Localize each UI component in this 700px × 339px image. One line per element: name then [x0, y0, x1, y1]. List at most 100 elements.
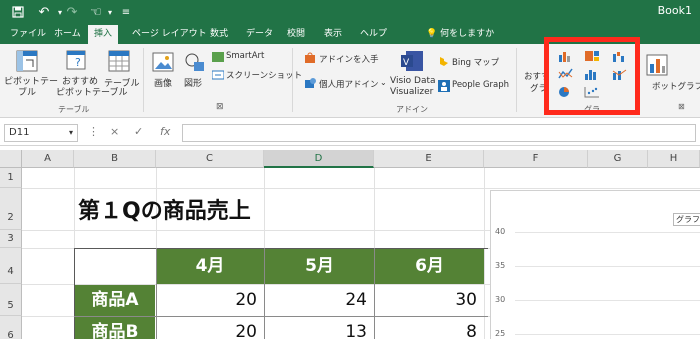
column-header-e[interactable]: E [374, 150, 484, 168]
tab-review[interactable]: 校閲 [285, 24, 307, 44]
embedded-chart[interactable]: グラフ 40 35 30 25 [490, 190, 700, 339]
redo-icon[interactable]: ↷ [62, 2, 82, 22]
cancel-icon[interactable]: × [110, 125, 119, 138]
tab-help[interactable]: ヘルプ [358, 24, 389, 44]
save-icon[interactable] [8, 2, 28, 22]
column-header-a[interactable]: A [22, 150, 74, 168]
formula-input[interactable] [182, 124, 696, 142]
column-header-b[interactable]: B [74, 150, 156, 168]
row-header-4[interactable]: 4 [0, 248, 22, 284]
tab-data[interactable]: データ [244, 24, 275, 44]
store-icon[interactable] [304, 52, 316, 67]
image-icon[interactable] [152, 52, 174, 75]
gridline [484, 168, 485, 339]
tables-group-label: テーブル [58, 105, 90, 114]
addins-group-label: アドイン [396, 105, 428, 114]
shapes-label[interactable]: 図形 [184, 76, 202, 89]
column-header-f[interactable]: F [484, 150, 588, 168]
my-addins-dropdown-icon[interactable]: ⌄ [380, 78, 387, 87]
visio-label-2[interactable]: Visualizer [390, 87, 433, 97]
bing-maps-icon[interactable] [438, 56, 450, 71]
chart-gridline [515, 232, 700, 233]
product-b-label[interactable]: 商品B [75, 317, 155, 339]
more-options-icon[interactable]: ⋮ [88, 125, 99, 138]
column-header-d[interactable]: D [264, 150, 374, 168]
chart-gridline [515, 266, 700, 267]
tab-page-layout[interactable]: ページ レイアウト [130, 24, 209, 44]
table-border [156, 248, 157, 339]
tab-formulas[interactable]: 数式 [208, 24, 230, 44]
my-addins-icon[interactable] [304, 77, 316, 92]
tab-home[interactable]: ホーム [52, 24, 83, 44]
product-a-label[interactable]: 商品A [75, 285, 155, 316]
name-box[interactable]: D11 ▾ [4, 124, 78, 142]
pivot-table-label-2[interactable]: ブル [18, 85, 36, 98]
header-cell-may[interactable]: 5月 [265, 248, 374, 284]
table-icon[interactable] [108, 50, 130, 75]
pivot-chart-icon[interactable] [646, 54, 668, 79]
row-header-3[interactable]: 3 [0, 230, 22, 248]
insert-function-icon[interactable]: fx [160, 125, 170, 138]
y-tick-label: 40 [495, 227, 506, 236]
chart-gridline [515, 334, 700, 335]
pivot-table-icon[interactable] [16, 50, 38, 75]
people-graph-label[interactable]: People Graph [452, 80, 509, 90]
charts-highlight-box [544, 37, 640, 115]
my-addins-label[interactable]: 個人用アドイン [319, 78, 379, 90]
get-addins-label[interactable]: アドインを入手 [319, 53, 379, 65]
ribbon-separator [516, 48, 517, 112]
table-border [74, 248, 488, 249]
illustrations-expand-icon[interactable]: ⊠ [216, 102, 224, 112]
smartart-icon[interactable] [212, 52, 224, 65]
column-header-c[interactable]: C [156, 150, 264, 168]
smartart-label[interactable]: SmartArt [226, 51, 264, 61]
value-cell[interactable]: 20 [157, 317, 263, 339]
excel-window: ↶ ▾ ↷ ☜ ▾ ≡ Book1 ファイル ホーム 挿入 ページ レイアウト … [0, 0, 700, 339]
title-bar: ↶ ▾ ↷ ☜ ▾ ≡ Book1 [0, 0, 700, 24]
name-box-dropdown-icon[interactable]: ▾ [69, 125, 73, 141]
tab-file[interactable]: ファイル [8, 24, 48, 44]
visio-icon[interactable]: V [400, 50, 424, 75]
formula-bar: D11 ▾ ⋮ × ✓ fx [0, 120, 700, 146]
recommended-pivot-icon[interactable]: ? [66, 50, 88, 75]
column-header-g[interactable]: G [588, 150, 648, 168]
image-label[interactable]: 画像 [154, 76, 172, 89]
people-graph-icon[interactable] [438, 80, 450, 95]
sheet-title-cell[interactable]: 第１Qの商品売上 [78, 193, 251, 225]
select-all-corner[interactable] [0, 150, 22, 168]
table-border [74, 248, 75, 339]
tell-me-box[interactable]: 💡 何をしますか [426, 24, 494, 44]
row-header-5[interactable]: 5 [0, 284, 22, 316]
gridline [22, 188, 700, 189]
screenshot-icon[interactable] [211, 70, 225, 83]
ribbon-separator [292, 48, 293, 112]
row-header-2[interactable]: 2 [0, 188, 22, 230]
pivot-chart-label[interactable]: ボットグラフ [652, 80, 700, 92]
header-cell-apr[interactable]: 4月 [156, 248, 264, 284]
enter-icon[interactable]: ✓ [134, 125, 143, 138]
value-cell[interactable]: 24 [265, 285, 373, 316]
value-cell[interactable]: 20 [157, 285, 263, 316]
visio-label-1[interactable]: Visio Data [390, 76, 436, 86]
row-header-1[interactable]: 1 [0, 168, 22, 188]
table-label[interactable]: テーブル [104, 76, 139, 89]
customize-toolbar-icon[interactable]: ≡ [116, 2, 136, 22]
table-border [74, 316, 488, 317]
table-border [374, 248, 375, 339]
workbook-name: Book1 [657, 4, 692, 17]
value-cell[interactable]: 30 [375, 285, 483, 316]
row-header-6[interactable]: 6 [0, 316, 22, 339]
bing-maps-label[interactable]: Bing マップ [452, 56, 499, 68]
tab-insert[interactable]: 挿入 [88, 25, 119, 44]
value-cell[interactable]: 8 [375, 317, 483, 339]
column-header-h[interactable]: H [648, 150, 700, 168]
value-cell[interactable]: 13 [265, 317, 373, 339]
shapes-icon[interactable] [184, 52, 206, 75]
chart-gridline [515, 300, 700, 301]
tab-view[interactable]: 表示 [322, 24, 344, 44]
svg-text:V: V [403, 58, 410, 68]
header-cell-jun[interactable]: 6月 [375, 248, 484, 284]
y-tick-label: 25 [495, 329, 506, 338]
charts-expand-icon[interactable]: ⊠ [678, 102, 685, 111]
screenshot-label[interactable]: スクリーンショット [226, 69, 302, 81]
